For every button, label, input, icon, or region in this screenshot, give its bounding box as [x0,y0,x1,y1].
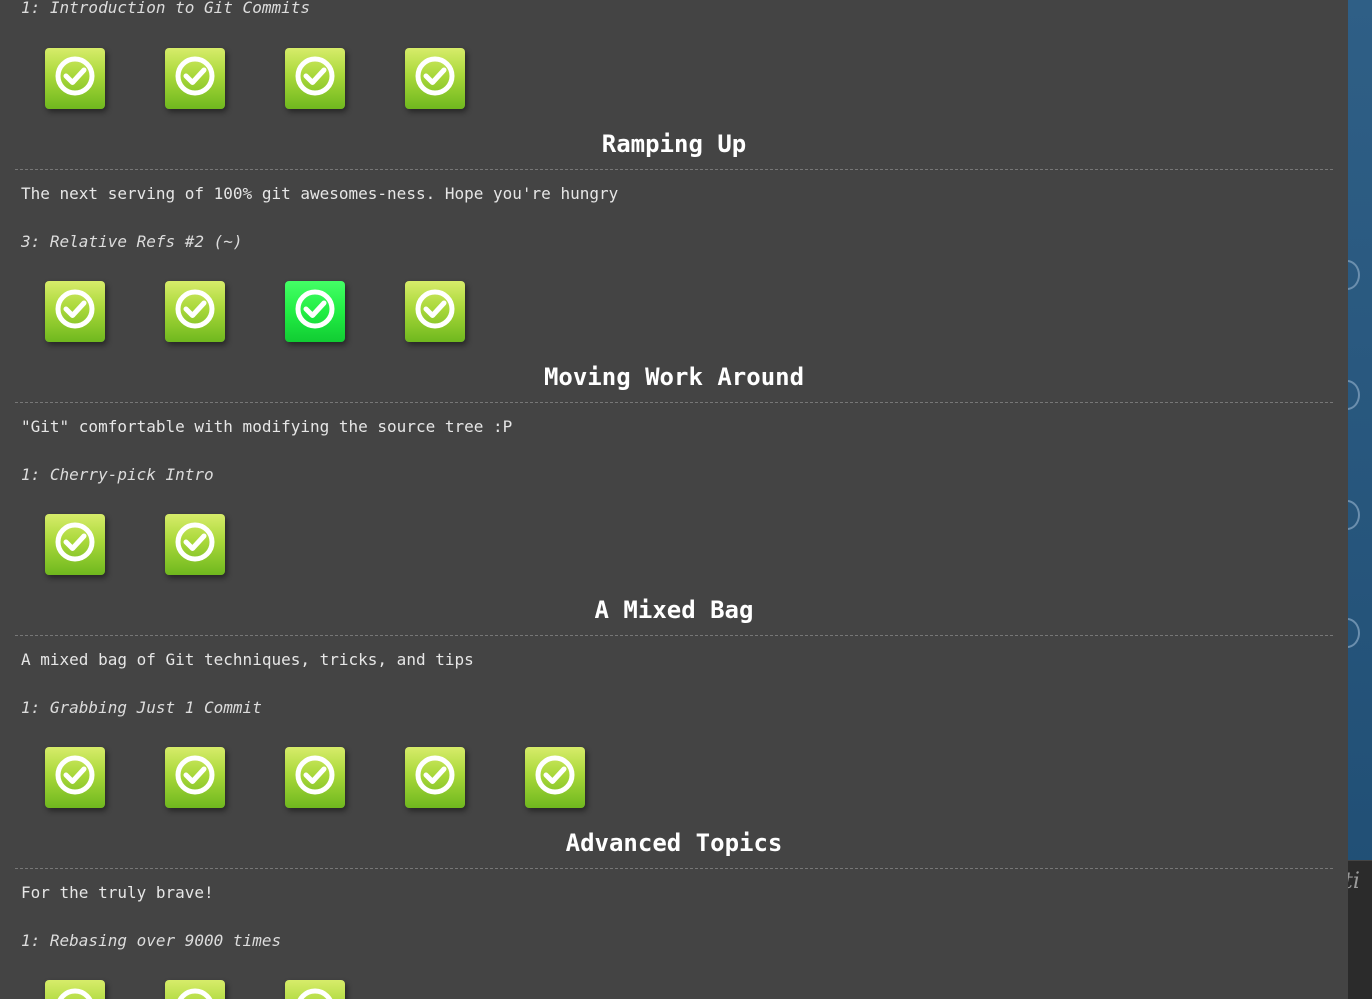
level-button[interactable] [165,48,225,109]
ring-decoration [1348,618,1360,648]
ring-decoration [1348,260,1360,290]
checkmark-circle-icon [57,988,93,999]
checkmark-circle-icon [175,755,215,795]
ring-decoration [1348,380,1360,410]
checkmark-circle-icon [55,755,95,795]
checkmark-circle-icon [415,755,455,795]
divider [15,635,1333,636]
sequence-about-moving-work-around: "Git" comfortable with modifying the sou… [21,417,513,436]
level-button[interactable] [165,514,225,575]
level-name-moving-work-around: 1: Cherry-pick Intro [21,465,214,484]
level-name-advanced-topics: 1: Rebasing over 9000 times [21,931,282,950]
level-button[interactable] [405,747,465,808]
checkmark-circle-icon [175,56,215,96]
checkmark-circle-icon [535,755,575,795]
checkmark-circle-icon [297,988,333,999]
icon-row-mixed-bag [45,747,745,809]
divider [15,402,1333,403]
level-button[interactable] [165,980,225,999]
ring-decoration [1348,500,1360,530]
icon-row-advanced-topics [45,980,745,999]
level-button[interactable] [285,48,345,109]
checkmark-circle-icon [295,289,335,329]
checkmark-circle-icon [177,988,213,999]
level-select-panel: 1: Introduction to Git Commits Ramping U… [0,0,1348,999]
level-button[interactable] [285,747,345,808]
level-button[interactable] [45,747,105,808]
icon-row-moving-work-around [45,514,745,576]
level-button[interactable] [165,747,225,808]
divider [15,169,1333,170]
sequence-title-moving-work-around: Moving Work Around [543,363,805,391]
checkmark-circle-icon [415,56,455,96]
level-button[interactable] [405,281,465,342]
level-button[interactable] [165,281,225,342]
background-terminal-panel: ti [1348,860,1372,999]
checkmark-circle-icon [55,56,95,96]
level-button[interactable] [45,48,105,109]
checkmark-circle-icon [55,522,95,562]
sequence-about-mixed-bag: A mixed bag of Git techniques, tricks, a… [21,650,474,669]
level-button[interactable] [45,281,105,342]
sequence-about-advanced-topics: For the truly brave! [21,883,214,902]
checkmark-circle-icon [175,522,215,562]
divider [15,868,1333,869]
terminal-text-fragment: ti [1348,869,1360,894]
level-button[interactable] [45,980,105,999]
icon-row-intro [45,48,745,110]
level-name-intro: 1: Introduction to Git Commits [21,0,310,17]
level-button[interactable] [405,48,465,109]
checkmark-circle-icon [295,56,335,96]
level-name-ramping-up: 3: Relative Refs #2 (~) [21,232,243,251]
checkmark-circle-icon [295,755,335,795]
level-button[interactable] [525,747,585,808]
checkmark-circle-icon [415,289,455,329]
checkmark-circle-icon [175,289,215,329]
level-button[interactable] [45,514,105,575]
sequence-about-ramping-up: The next serving of 100% git awesomes-ne… [21,184,619,203]
icon-row-ramping-up [45,281,745,343]
level-button[interactable] [285,281,345,342]
background-window-edge: ti [1348,0,1372,999]
sequence-title-mixed-bag: A Mixed Bag [594,596,754,624]
level-button[interactable] [285,980,345,999]
level-name-mixed-bag: 1: Grabbing Just 1 Commit [21,698,262,717]
sequence-title-advanced-topics: Advanced Topics [565,829,783,857]
sequence-title-ramping-up: Ramping Up [601,130,747,158]
checkmark-circle-icon [55,289,95,329]
